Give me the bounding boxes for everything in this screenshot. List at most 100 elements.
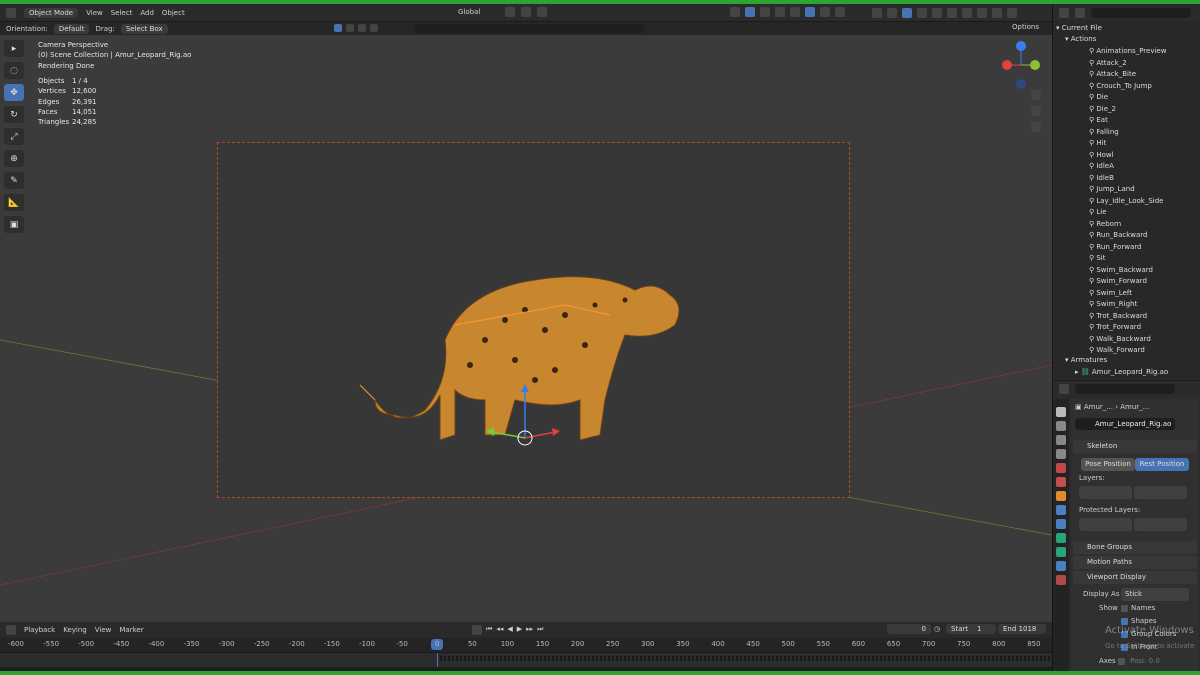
play-reverse-icon[interactable]: ◀ (507, 625, 512, 635)
measure-tool-icon[interactable]: 📐 (4, 194, 24, 211)
object-tab-icon[interactable] (1056, 491, 1066, 501)
render-icon[interactable] (992, 8, 1002, 18)
constraint-tab-icon[interactable] (1056, 561, 1066, 571)
motion-paths-panel-header[interactable]: Motion Paths (1073, 556, 1197, 569)
action-item[interactable]: ⚲ Swim_Backward (1089, 266, 1153, 274)
action-item[interactable]: ⚲ Swim_Left (1089, 289, 1132, 297)
orientation-dropdown[interactable]: Default (53, 23, 90, 34)
action-item[interactable]: ⚲ Walk_Forward (1089, 346, 1145, 354)
view-gizmo-icon[interactable] (745, 7, 755, 17)
drag-dropdown[interactable]: Select Box (120, 23, 168, 34)
cursor-tool-icon[interactable]: ◌ (4, 62, 24, 79)
timeline-track[interactable] (0, 652, 1052, 667)
rest-position-button[interactable]: Rest Position (1135, 458, 1189, 471)
outliner-root[interactable]: ▾ Current File (1056, 24, 1102, 32)
pose-position-button[interactable]: Pose Position (1081, 458, 1135, 471)
shading-solid-icon[interactable] (805, 7, 815, 17)
camera-view-icon[interactable] (1031, 122, 1041, 132)
scene-tab-icon[interactable] (1056, 463, 1066, 473)
bone-tab-icon[interactable] (1056, 547, 1066, 557)
armatures-group[interactable]: ▾ Armatures (1065, 356, 1107, 364)
pivot-icon[interactable] (505, 7, 515, 17)
zoom-icon[interactable] (1031, 90, 1041, 100)
action-item[interactable]: ⚲ IdleA (1089, 162, 1114, 170)
transform-tool-icon[interactable]: ⊕ (4, 150, 24, 167)
action-item[interactable]: ⚲ Die (1089, 93, 1108, 101)
camera-icon[interactable] (1007, 8, 1017, 18)
action-item[interactable]: ⚲ Trot_Backward (1089, 312, 1147, 320)
select-extend-icon[interactable] (346, 24, 354, 32)
layer-toggle-5-icon[interactable] (962, 8, 972, 18)
menu-object[interactable]: Object (162, 9, 185, 17)
action-item[interactable]: ⚲ Howl (1089, 151, 1114, 159)
action-item[interactable]: ⚲ Eat (1089, 116, 1108, 124)
pan-hand-icon[interactable] (1031, 106, 1041, 116)
breadcrumb-object[interactable]: Amur_... (1084, 403, 1113, 411)
shading-material-icon[interactable] (820, 7, 830, 17)
overlay-icon[interactable] (760, 7, 770, 17)
armature-data-tab-icon[interactable] (1056, 533, 1066, 543)
3d-viewport[interactable]: ▸ ◌ ✥ ↻ ⤢ ⊕ ✎ 📐 ▣ Camera Perspective (0)… (0, 35, 1052, 622)
skeleton-panel-header[interactable]: Skeleton (1073, 440, 1197, 453)
armature-item[interactable]: ▸ ⛓ Amur_Leopard_Rig.ao (1075, 368, 1168, 376)
view-layer-tab-icon[interactable] (1056, 449, 1066, 459)
annotate-tool-icon[interactable]: ✎ (4, 172, 24, 189)
menu-select[interactable]: Select (111, 9, 133, 17)
action-item[interactable]: ⚲ Trot_Forward (1089, 323, 1141, 331)
action-item[interactable]: ⚲ Run_Forward (1089, 243, 1141, 251)
action-item[interactable]: ⚲ Swim_Right (1089, 300, 1137, 308)
names-checkbox[interactable]: Names (1121, 604, 1155, 612)
object-gizmo[interactable] (480, 380, 570, 450)
action-item[interactable]: ⚲ Hit (1089, 139, 1106, 147)
jump-end-icon[interactable]: ⏭ (537, 625, 543, 635)
select-new-icon[interactable] (334, 24, 342, 32)
physics-tab-icon[interactable] (1056, 519, 1066, 529)
axes-checkbox[interactable]: Axes Posi: 0.0 (1099, 657, 1160, 665)
clock-icon[interactable]: ◷ (934, 625, 940, 633)
rotate-tool-icon[interactable]: ↻ (4, 106, 24, 123)
options-button[interactable]: Options (1012, 23, 1039, 31)
select-invert-icon[interactable] (370, 24, 378, 32)
action-item[interactable]: ⚲ Swim_Forward (1089, 277, 1147, 285)
action-item[interactable]: ⚲ Die_2 (1089, 105, 1116, 113)
action-item[interactable]: ⚲ Animations_Preview (1089, 47, 1166, 55)
prev-key-icon[interactable]: ◂◂ (496, 625, 503, 635)
layers-grid-1[interactable] (1079, 486, 1132, 499)
output-tab-icon[interactable] (1056, 435, 1066, 445)
shading-render-icon[interactable] (835, 7, 845, 17)
action-item[interactable]: ⚲ Walk_Backward (1089, 335, 1151, 343)
snap-icon[interactable] (521, 7, 531, 17)
layer-toggle-4-icon[interactable] (947, 8, 957, 18)
action-item[interactable]: ⚲ Falling (1089, 128, 1119, 136)
editor-type-icon[interactable] (6, 7, 16, 18)
viewport-display-panel-header[interactable]: Viewport Display (1073, 571, 1197, 584)
menu-marker[interactable]: Marker (119, 626, 143, 634)
layer-toggle-6-icon[interactable] (977, 8, 987, 18)
menu-view[interactable]: View (86, 9, 103, 17)
timeline-ruler[interactable]: -600 -550 -500 -450 -400 -350 -300 -250 -200 -150… (0, 638, 1052, 652)
menu-playback[interactable]: Playback (24, 626, 55, 634)
scale-tool-icon[interactable]: ⤢ (4, 128, 24, 145)
end-frame-field[interactable]: End 1018 (998, 624, 1046, 634)
render-tab-icon[interactable] (1056, 421, 1066, 431)
display-as-dropdown[interactable]: Stick (1121, 588, 1189, 601)
datablock-name-field[interactable]: Amur_Leopard_Rig.ao (1075, 418, 1175, 430)
pause-icon[interactable] (872, 8, 882, 18)
axes-position-field[interactable]: Posi: 0.0 (1130, 657, 1160, 665)
action-item[interactable]: ⚲ Lie (1089, 208, 1107, 216)
action-item[interactable]: ⚲ Lay_Idle_Look_Side (1089, 197, 1164, 205)
protected-layers-grid-1[interactable] (1079, 518, 1132, 531)
eye-icon[interactable] (887, 8, 897, 18)
layer-toggle-2-icon[interactable] (917, 8, 927, 18)
gizmo-icon[interactable] (730, 7, 740, 17)
play-icon[interactable]: ▶ (517, 625, 522, 635)
select-subtract-icon[interactable] (358, 24, 366, 32)
action-item[interactable]: ⚲ Reborn (1089, 220, 1121, 228)
xray-icon[interactable] (775, 7, 785, 17)
breadcrumb-data[interactable]: Amur_... (1120, 403, 1149, 411)
action-item[interactable]: ⚲ Attack_Bite (1089, 70, 1136, 78)
protected-layers-grid-2[interactable] (1134, 518, 1187, 531)
properties-editor-icon[interactable] (1059, 384, 1069, 394)
timeline-editor-icon[interactable] (6, 625, 16, 635)
texture-tab-icon[interactable] (1056, 575, 1066, 585)
